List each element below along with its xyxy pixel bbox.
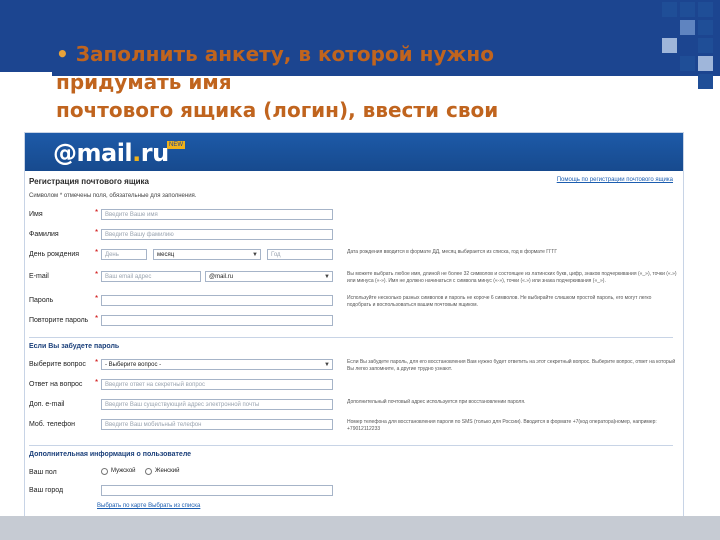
decor-square [680, 2, 695, 17]
slide-line-1: Заполнить анкету, в которой нужно [68, 42, 494, 66]
surname-label: Фамилия [29, 231, 59, 238]
slide-line-3: почтового ящика (логин), ввести свои [56, 98, 499, 122]
required-star: * [95, 270, 99, 279]
bullet-icon: • [56, 42, 69, 66]
decor-square [698, 56, 713, 71]
phone-hint: Номер телефона для восстановления пароля… [347, 419, 657, 432]
gender-female-label: Женский [155, 468, 180, 474]
extra-email-row: Доп. e-mail Введите Ваш существующий адр… [29, 399, 679, 413]
password2-input[interactable] [101, 315, 333, 326]
mail-logo: @mail.ru [53, 139, 169, 167]
decor-square [698, 74, 713, 89]
required-star: * [95, 378, 99, 387]
extra-email-input[interactable]: Введите Ваш существующий адрес электронн… [101, 399, 333, 410]
help-link[interactable]: Помощь по регистрации почтового ящика [557, 177, 673, 183]
birthday-row: День рождения * День месяц ▼ Год Дата рож… [29, 248, 679, 263]
answer-row: Ответ на вопрос * Введите ответ на секре… [29, 378, 679, 393]
phone-row: Моб. телефон Введите Ваш мобильный телеф… [29, 419, 679, 433]
recovery-section-title: Если Вы забудете пароль [29, 343, 120, 350]
birthday-hint: Дата рождения вводится в формате ДД, мес… [347, 249, 558, 255]
name-row: Имя * Введите Ваше имя [29, 208, 679, 223]
decor-square [662, 38, 677, 53]
email-input[interactable]: Ваш email адрес [101, 271, 201, 282]
decor-square [698, 20, 713, 35]
password-hint: Используйте несколько разных символов и … [347, 295, 652, 308]
required-star: * [95, 248, 99, 257]
required-star: * [95, 314, 99, 323]
chevron-down-icon: ▼ [324, 362, 330, 368]
decor-square [698, 2, 713, 17]
registration-title: Регистрация почтового ящика [29, 177, 149, 186]
gender-label: Ваш пол [29, 469, 57, 476]
email-label: E-mail [29, 273, 49, 280]
mail-header-bar: @mail.ru NEW [25, 133, 683, 171]
required-star: * [95, 208, 99, 217]
birthday-month-select[interactable]: месяц ▼ [153, 249, 261, 260]
required-note: Символом * отмечены поля, обязательные д… [29, 193, 197, 199]
phone-label: Моб. телефон [29, 421, 75, 428]
required-star: * [95, 294, 99, 303]
gender-row: Ваш пол Мужской Женский [29, 467, 679, 481]
birthday-label: День рождения [29, 251, 80, 258]
question-row: Выберите вопрос * - Выберите вопрос - ▼ Е… [29, 358, 679, 373]
city-select-links[interactable]: Выбрать по карте Выбрать из списка [97, 503, 200, 509]
password2-row: Повторите пароль * [29, 314, 679, 329]
surname-row: Фамилия * Введите Вашу фамилию [29, 228, 679, 243]
name-input[interactable]: Введите Ваше имя [101, 209, 333, 220]
name-label: Имя [29, 211, 43, 218]
city-row: Ваш город [29, 485, 679, 499]
phone-input[interactable]: Введите Ваш мобильный телефон [101, 419, 333, 430]
email-row: E-mail * Ваш email адрес @mail.ru ▼ Вы мо… [29, 270, 679, 285]
answer-label: Ответ на вопрос [29, 381, 83, 388]
required-star: * [95, 228, 99, 237]
additional-section-title: Дополнительная информация о пользователе [29, 451, 192, 458]
slide-text: • Заполнить анкету, в которой нужно прид… [56, 40, 616, 138]
extra-email-label: Доп. e-mail [29, 401, 65, 408]
decor-square [698, 38, 713, 53]
divider [29, 445, 673, 446]
city-label: Ваш город [29, 487, 64, 494]
city-input[interactable] [101, 485, 333, 496]
slide-line-2: придумать имя [56, 70, 232, 94]
divider [29, 337, 673, 338]
gender-male-label: Мужской [111, 468, 136, 474]
extra-email-hint: Дополнительный почтовый адрес использует… [347, 399, 526, 405]
gender-male-radio[interactable] [101, 468, 108, 475]
logo-badge: NEW [167, 141, 185, 149]
chevron-down-icon: ▼ [324, 274, 330, 280]
password-input[interactable] [101, 295, 333, 306]
password2-label: Повторите пароль [29, 317, 89, 324]
decor-square [680, 56, 695, 71]
gender-female-radio[interactable] [145, 468, 152, 475]
surname-input[interactable]: Введите Вашу фамилию [101, 229, 333, 240]
required-star: * [95, 358, 99, 367]
password-label: Пароль [29, 297, 54, 304]
question-select[interactable]: - Выберите вопрос - ▼ [101, 359, 333, 370]
decor-square [662, 2, 677, 17]
question-hint: Если Вы забудете пароль, для его восстан… [347, 359, 676, 372]
birthday-day-input[interactable]: День [101, 249, 147, 260]
chevron-down-icon: ▼ [252, 252, 258, 258]
birthday-year-input[interactable]: Год [267, 249, 333, 260]
password-row: Пароль * Используйте несколько разных си… [29, 294, 679, 309]
slide-bottom-bar [0, 516, 720, 540]
answer-input[interactable]: Введите ответ на секретный вопрос [101, 379, 333, 390]
mail-registration-screenshot: @mail.ru NEW Регистрация почтового ящика… [24, 132, 684, 520]
question-label: Выберите вопрос [29, 361, 86, 368]
email-domain-select[interactable]: @mail.ru ▼ [205, 271, 333, 282]
email-hint: Вы можете выбрать любое имя, длиной не б… [347, 271, 677, 284]
decor-square [680, 20, 695, 35]
